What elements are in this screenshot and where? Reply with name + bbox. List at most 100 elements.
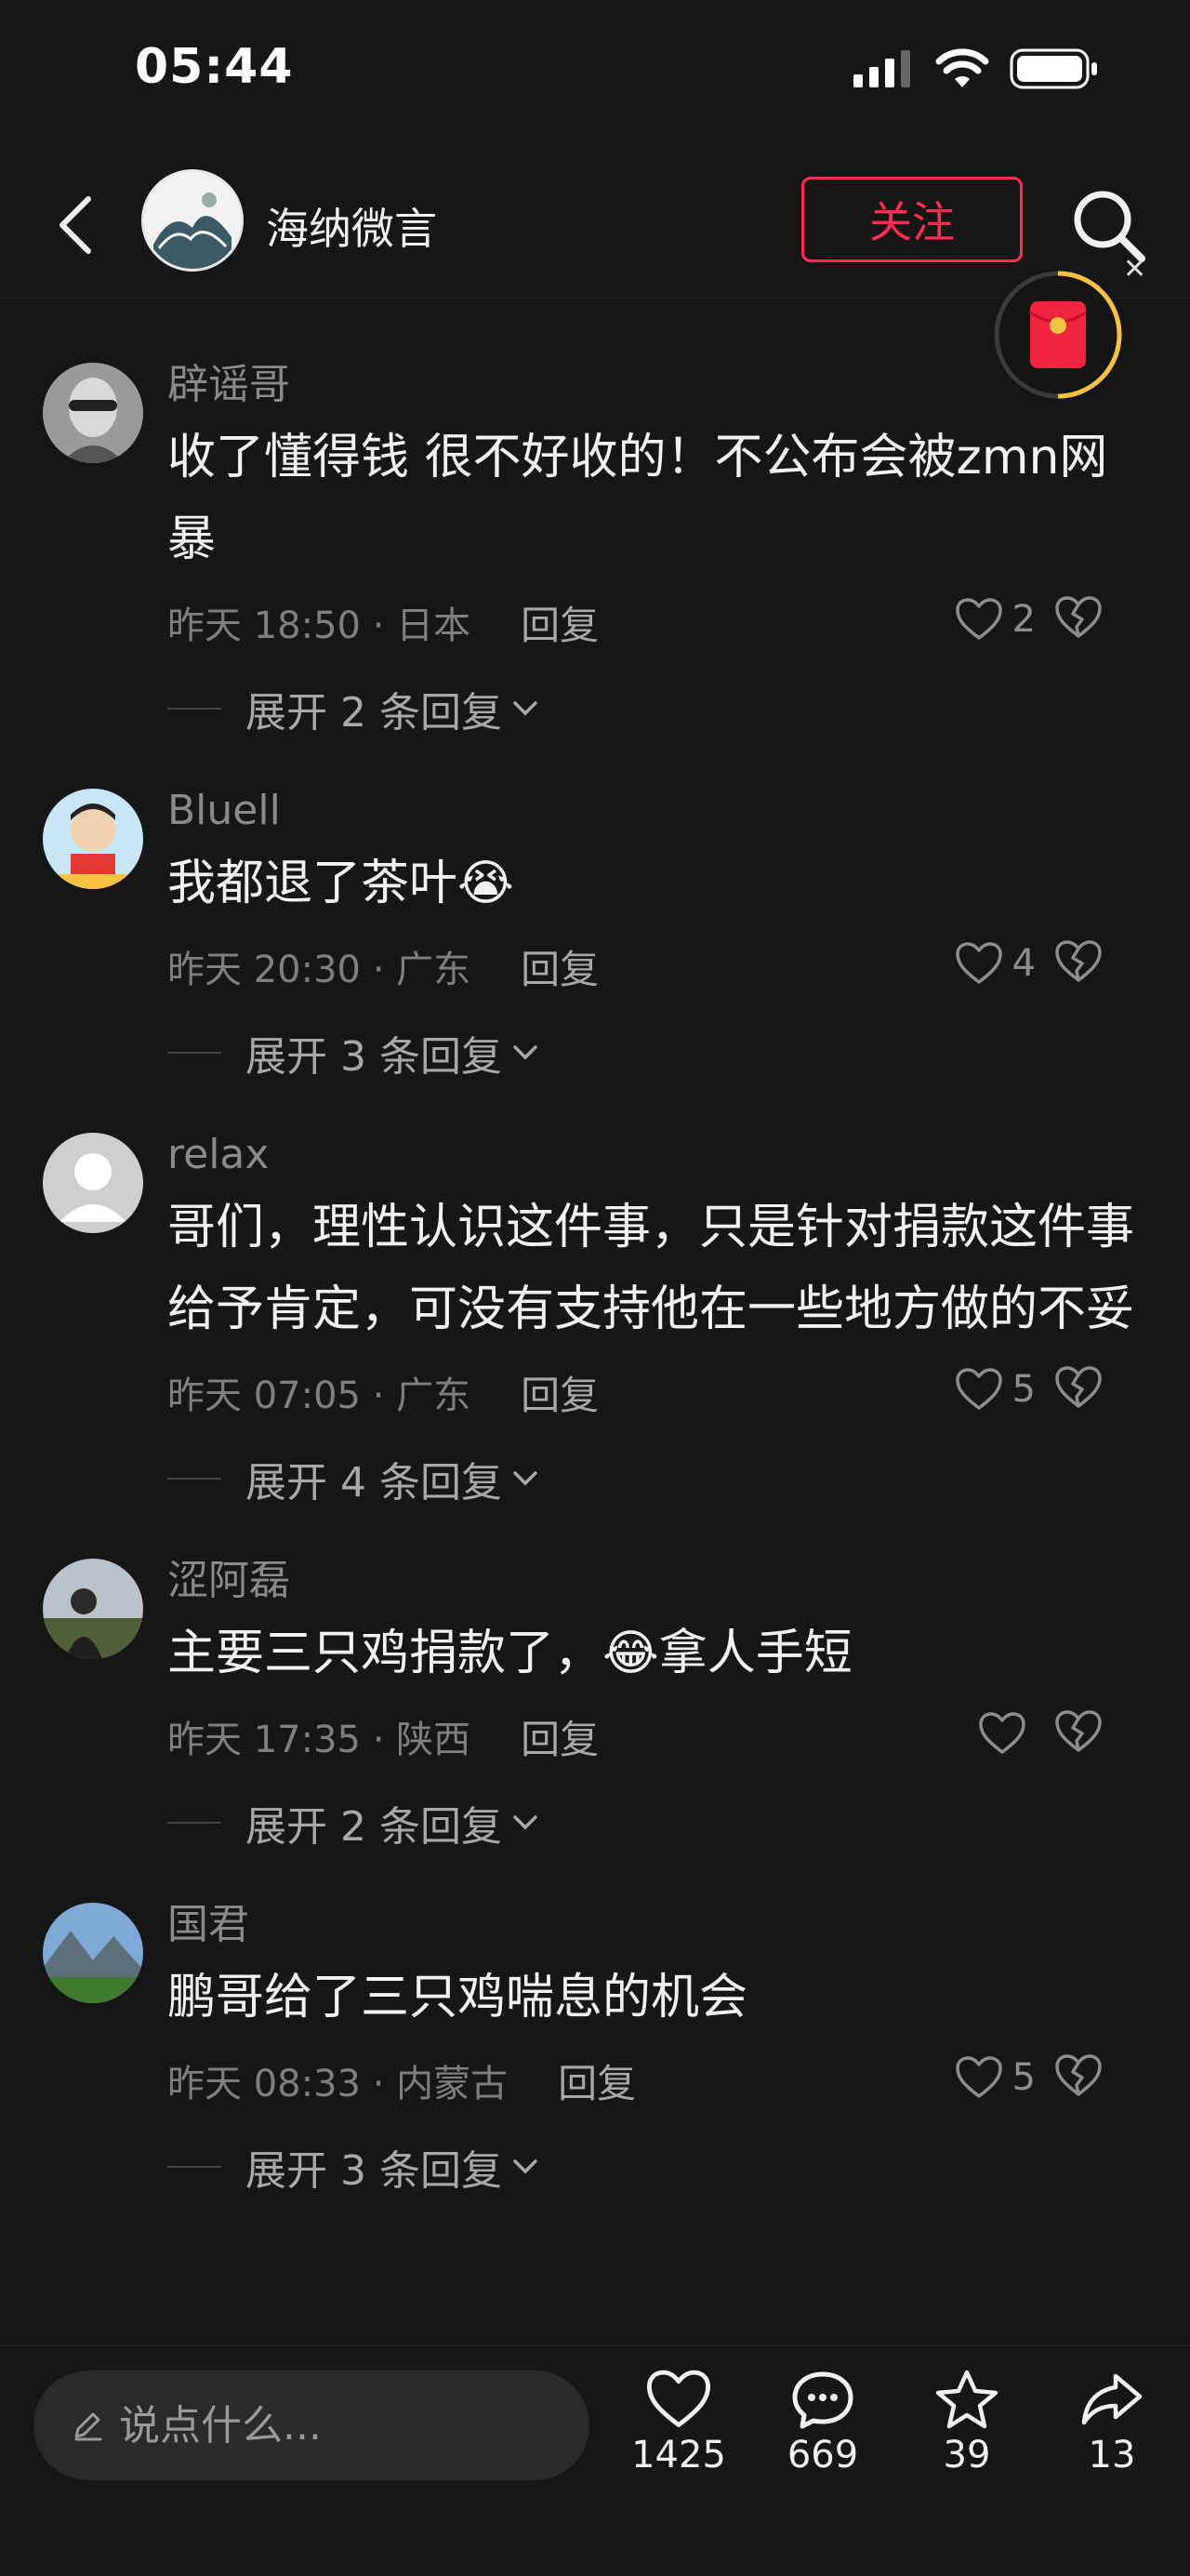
like-button[interactable]: 5 — [955, 2055, 1036, 2100]
channel-avatar[interactable] — [141, 169, 244, 272]
comment-meta: 昨天 20:30 · 广东 回复 4 — [167, 924, 1144, 1008]
comment-username[interactable]: Bluell — [167, 779, 1144, 839]
chevron-down-icon — [513, 1815, 537, 1830]
like-button[interactable] — [978, 1711, 1036, 1756]
heart-icon — [955, 598, 1002, 640]
chevron-down-icon — [513, 1471, 537, 1486]
channel-name[interactable]: 海纳微言 — [266, 195, 437, 257]
favorite-total: 39 — [943, 2434, 991, 2476]
like-action-button[interactable]: 1425 — [623, 2369, 734, 2476]
pen-icon — [74, 2412, 102, 2441]
status-time: 05:44 — [135, 39, 294, 95]
reply-button[interactable]: 回复 — [558, 2052, 636, 2109]
dislike-button[interactable] — [1054, 1709, 1103, 1763]
expand-replies-button[interactable]: 展开 3 条回复 — [167, 1008, 1144, 1097]
like-button[interactable]: 2 — [955, 597, 1036, 642]
share-total: 13 — [1088, 2434, 1136, 2476]
comment-username[interactable]: relax — [167, 1123, 1144, 1183]
avatar[interactable] — [43, 789, 143, 889]
comment-item: 国君 鹏哥给了三只鸡喘息的机会 昨天 08:33 · 内蒙古 回复 5 展开 3… — [0, 1893, 1190, 2211]
heart-icon — [955, 2056, 1002, 2098]
expand-replies-button[interactable]: 展开 3 条回复 — [167, 2122, 1144, 2211]
status-bar: 05:44 — [0, 0, 1190, 139]
cut-off-row — [167, 275, 567, 303]
comment-text: 我都退了茶叶😭 — [167, 856, 514, 911]
like-count: 5 — [1012, 2056, 1036, 2099]
dislike-button[interactable] — [1054, 595, 1103, 649]
heart-icon — [955, 1368, 1002, 1410]
share-action-button[interactable]: 13 — [1056, 2369, 1168, 2476]
comment-time: 昨天 17:35 · 陕西 — [167, 1719, 471, 1761]
comment-list: 辟谣哥 收了懂得钱 很不好收的！不公布会被zmn网暴 昨天 18:50 · 日本… — [0, 353, 1190, 2211]
like-total: 1425 — [631, 2434, 726, 2476]
broken-heart-icon — [1055, 2054, 1102, 2096]
heart-icon — [646, 2370, 711, 2427]
expand-replies-label: 展开 3 条回复 — [245, 1033, 502, 1081]
comment-meta: 昨天 08:33 · 内蒙古 回复 5 — [167, 2038, 1144, 2122]
comment-username[interactable]: 涩阿磊 — [167, 1549, 1144, 1609]
favorite-action-button[interactable]: 39 — [911, 2369, 1023, 2476]
like-button[interactable]: 5 — [955, 1367, 1036, 1412]
expand-replies-label: 展开 4 条回复 — [245, 1459, 502, 1507]
comment-item: 涩阿磊 主要三只鸡捐款了，😂拿人手短 昨天 17:35 · 陕西 回复 展开 2… — [0, 1549, 1190, 1867]
avatar[interactable] — [43, 1133, 143, 1233]
reply-button[interactable]: 回复 — [521, 1708, 599, 1765]
status-icons — [853, 48, 1099, 89]
comment-username[interactable]: 辟谣哥 — [167, 353, 1144, 413]
share-icon — [1081, 2373, 1143, 2425]
reply-button[interactable]: 回复 — [521, 594, 599, 651]
like-button[interactable]: 4 — [955, 941, 1036, 986]
comment-input[interactable] — [117, 2400, 549, 2450]
heart-icon — [955, 942, 1002, 984]
battery-icon — [1010, 48, 1097, 89]
expand-replies-label: 展开 2 条回复 — [245, 1803, 502, 1851]
comment-action-button[interactable]: 669 — [767, 2369, 879, 2476]
comment-icon — [792, 2371, 853, 2429]
broken-heart-icon — [1055, 1366, 1102, 1408]
expand-replies-button[interactable]: 展开 2 条回复 — [167, 1778, 1144, 1867]
comment-text: 哥们，理性认识这件事，只是针对捐款这件事给予肯定，可没有支持他在一些地方做的不妥 — [167, 1200, 1135, 1337]
comment-text: 鹏哥给了三只鸡喘息的机会 — [167, 1970, 748, 2025]
broken-heart-icon — [1055, 596, 1102, 638]
chevron-down-icon — [513, 2159, 537, 2174]
chevron-down-icon — [513, 1045, 537, 1060]
like-count: 4 — [1012, 942, 1036, 985]
comment-total: 669 — [787, 2434, 859, 2476]
back-button[interactable] — [43, 188, 108, 262]
dislike-button[interactable] — [1054, 1365, 1103, 1419]
comment-username[interactable]: 国君 — [167, 1893, 1144, 1953]
comment-input-box[interactable] — [33, 2370, 589, 2480]
comment-time: 昨天 18:50 · 日本 — [167, 604, 471, 647]
avatar[interactable] — [43, 1903, 143, 2003]
reply-button[interactable]: 回复 — [521, 1364, 599, 1421]
avatar[interactable] — [43, 1559, 143, 1659]
red-packet-close-icon[interactable]: ✕ — [1123, 253, 1146, 285]
back-icon — [60, 196, 91, 254]
wifi-icon — [935, 48, 989, 87]
comment-time: 昨天 20:30 · 广东 — [167, 949, 471, 991]
bottom-bar: 1425 669 39 13 — [0, 2345, 1190, 2576]
comment-item: 辟谣哥 收了懂得钱 很不好收的！不公布会被zmn网暴 昨天 18:50 · 日本… — [0, 353, 1190, 753]
expand-replies-button[interactable]: 展开 2 条回复 — [167, 664, 1144, 753]
avatar[interactable] — [43, 363, 143, 463]
comment-time: 昨天 08:33 · 内蒙古 — [167, 2063, 509, 2105]
broken-heart-icon — [1055, 1710, 1102, 1752]
comment-text: 主要三只鸡捐款了，😂拿人手短 — [167, 1626, 853, 1681]
comment-meta: 昨天 07:05 · 广东 回复 5 — [167, 1350, 1144, 1434]
comment-meta: 昨天 17:35 · 陕西 回复 — [167, 1694, 1144, 1778]
comment-time: 昨天 07:05 · 广东 — [167, 1374, 471, 1417]
dislike-button[interactable] — [1054, 2053, 1103, 2107]
star-icon — [935, 2370, 998, 2429]
dislike-button[interactable] — [1054, 939, 1103, 993]
comment-item: Bluell 我都退了茶叶😭 昨天 20:30 · 广东 回复 4 展开 3 条… — [0, 779, 1190, 1097]
reply-button[interactable]: 回复 — [521, 938, 599, 995]
broken-heart-icon — [1055, 940, 1102, 982]
signal-icon — [853, 50, 910, 87]
like-count: 5 — [1012, 1368, 1036, 1411]
heart-icon — [979, 1712, 1025, 1754]
comment-meta: 昨天 18:50 · 日本 回复 2 — [167, 580, 1144, 664]
expand-replies-label: 展开 2 条回复 — [245, 689, 502, 737]
follow-button[interactable]: 关注 — [801, 177, 1023, 262]
comment-item: relax 哥们，理性认识这件事，只是针对捐款这件事给予肯定，可没有支持他在一些… — [0, 1123, 1190, 1523]
expand-replies-button[interactable]: 展开 4 条回复 — [167, 1434, 1144, 1523]
